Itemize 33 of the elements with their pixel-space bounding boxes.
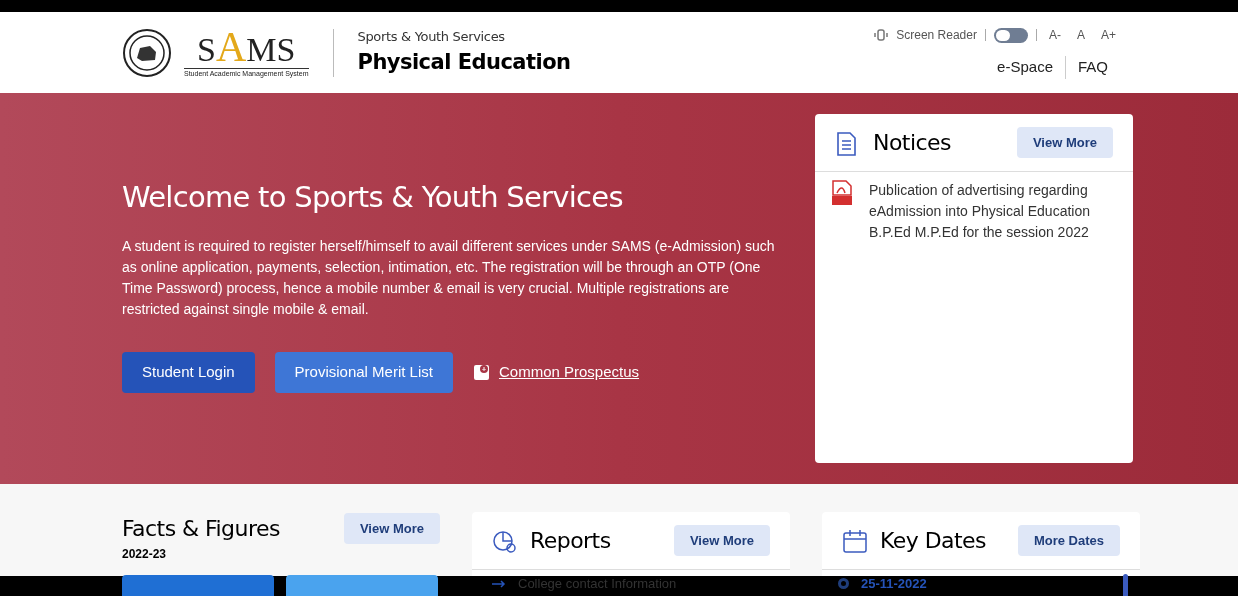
prospectus-link[interactable]: Common Prospectus xyxy=(498,360,640,384)
font-size-button[interactable]: A+ xyxy=(1097,26,1120,45)
notice-link[interactable]: Publication of advertising regarding eAdmission into Physical Education B.P.Ed M.P.Ed for the session 2022 xyxy=(869,180,1117,243)
arrow-icon xyxy=(492,579,506,588)
nav-link[interactable]: e-Space xyxy=(985,56,1065,79)
nav-link[interactable]: FAQ xyxy=(1065,56,1120,79)
screen-reader-toggle[interactable] xyxy=(993,27,1028,43)
hero-description: A student is required to register herself/himself to avail different services under SAMS (e-Admission) such as online application, payments, selection, intimation, etc. The registration will be through an OTP (One Time Password) process, hence a mobile number & email is very crucial. Multiple registrations are restricted against single mobile & email. xyxy=(122,236,776,319)
portal-name: Physical Education xyxy=(357,48,571,76)
facts-title: Facts & Figures xyxy=(122,515,280,543)
screen-reader-label: Screen Reader xyxy=(896,27,977,45)
pdf-download-icon xyxy=(472,363,491,381)
key-date: 25-11-2022 xyxy=(861,575,927,593)
view-more-button[interactable]: View More xyxy=(673,524,770,557)
hero-button[interactable]: Student Login xyxy=(122,351,255,393)
hero-button[interactable]: Provisional Merit List xyxy=(274,351,453,393)
font-size-button[interactable]: A xyxy=(1072,26,1089,45)
view-more-button[interactable]: View More xyxy=(1016,126,1113,159)
screen-reader-icon xyxy=(874,29,889,42)
scrollbar[interactable] xyxy=(1123,574,1128,596)
notices-title: Notices xyxy=(873,129,951,157)
emblem-icon xyxy=(122,27,172,78)
key-dates-title: Key Dates xyxy=(880,527,986,555)
hero-title: Welcome to Sports & Youth Services xyxy=(122,179,624,216)
calendar-icon xyxy=(842,527,868,554)
department-name: Sports & Youth Services xyxy=(357,28,506,46)
reports-title: Reports xyxy=(530,527,611,555)
facts-year: 2022-23 xyxy=(122,546,168,563)
logo-text: SAMS xyxy=(197,25,296,68)
view-more-button[interactable]: View More xyxy=(343,512,440,545)
pdf-icon xyxy=(831,180,853,206)
font-size-button[interactable]: A- xyxy=(1044,26,1065,45)
view-more-button[interactable]: More Dates xyxy=(1017,524,1120,557)
